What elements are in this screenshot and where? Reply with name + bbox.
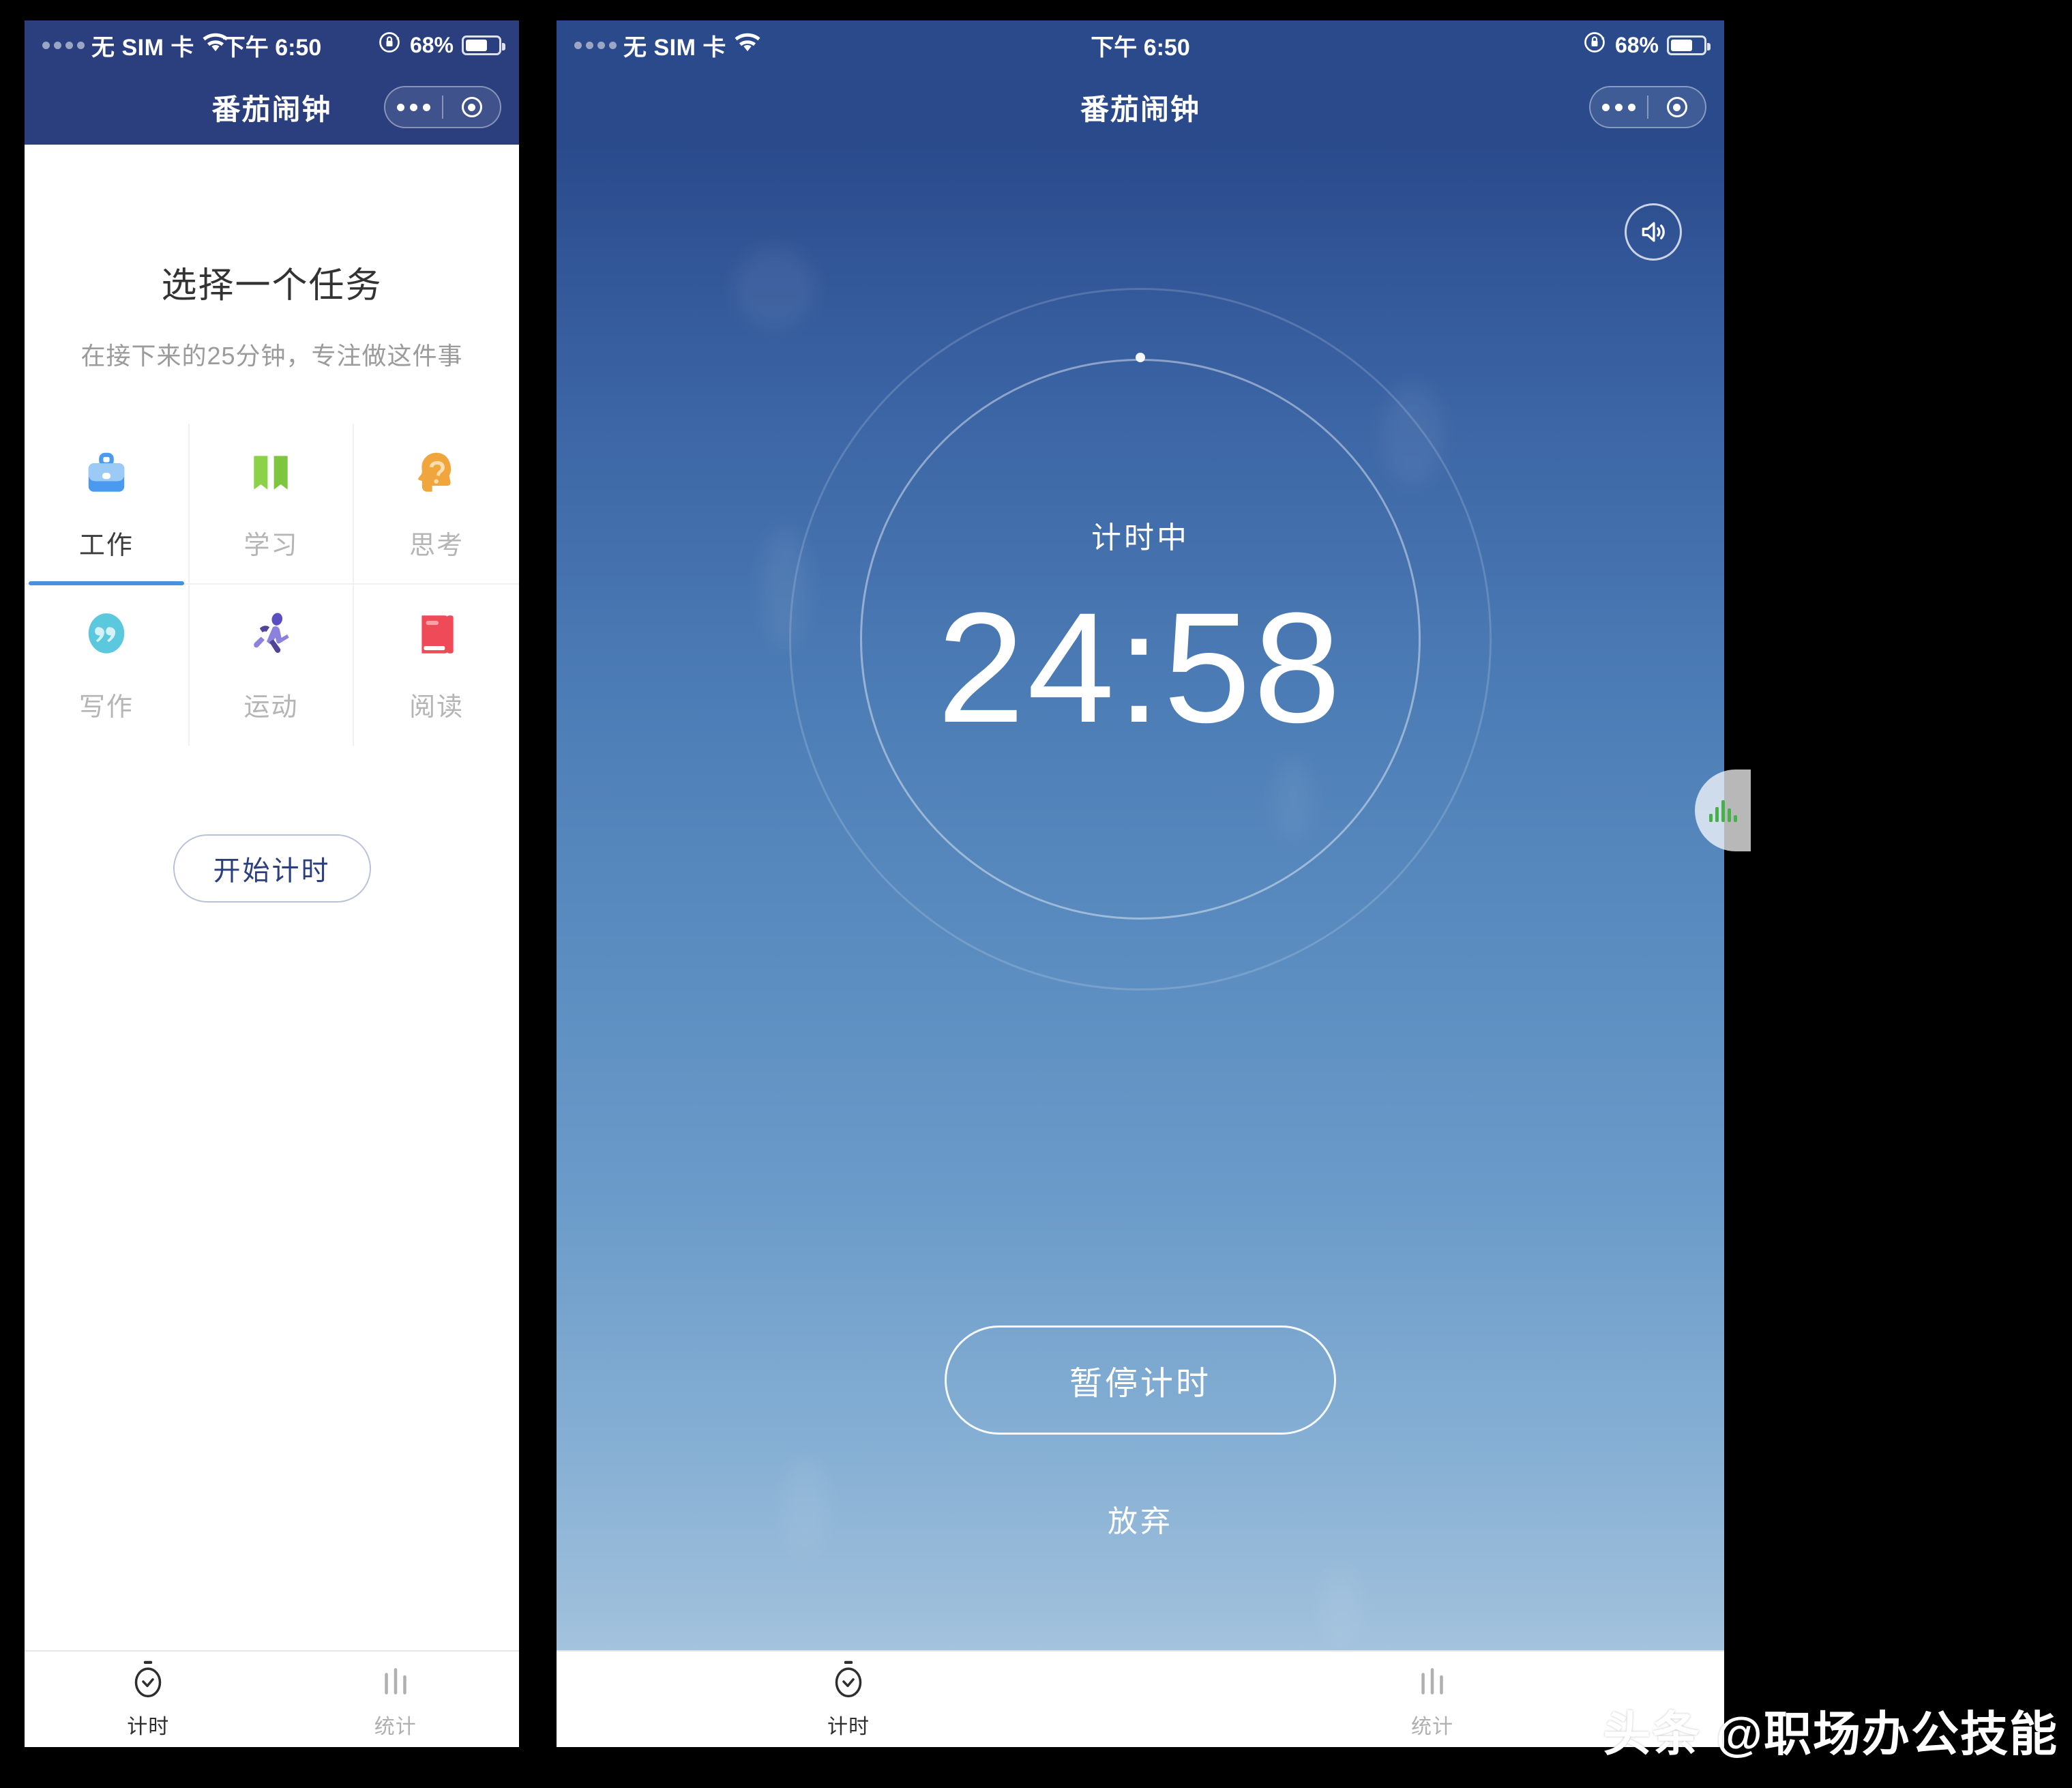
target-circle-icon[interactable]: [443, 97, 500, 117]
task-item-study[interactable]: 学习: [189, 424, 355, 585]
task-heading-block: 选择一个任务 在接下来的25分钟，专注做这件事: [25, 145, 519, 372]
nav-bar-right: 番茄闹钟: [557, 70, 1724, 145]
signal-dots-icon: [574, 41, 617, 49]
left-phone-screen: 无 SIM 卡 下午 6:50 68% 番茄闹钟 选择一个任务 在接下来的25分…: [25, 20, 519, 1747]
nav-bar-left: 番茄闹钟: [25, 70, 519, 145]
battery-icon: [1667, 35, 1711, 55]
tab-bar-right: 计时 统计: [557, 1650, 1724, 1747]
tab-timer[interactable]: 计时: [25, 1652, 272, 1747]
tab-label: 统计: [374, 1715, 417, 1738]
carrier-label: 无 SIM 卡: [91, 34, 194, 61]
task-label: 工作: [78, 531, 134, 560]
screenshot-canvas: 无 SIM 卡 下午 6:50 68% 番茄闹钟 选择一个任务 在接下来的25分…: [0, 0, 2072, 1788]
carrier-label: 无 SIM 卡: [623, 34, 726, 61]
rotation-lock-icon: [1582, 30, 1607, 61]
page-title: 番茄闹钟: [1080, 93, 1200, 126]
status-bar-right: 无 SIM 卡 下午 6:50 68%: [557, 20, 1724, 70]
pause-timer-button[interactable]: 暂停计时: [945, 1325, 1336, 1435]
task-label: 学习: [243, 531, 299, 560]
right-phone-screen: 无 SIM 卡 下午 6:50 68% 番茄闹钟 计时中 24:58 暂停计时 …: [557, 20, 1724, 1747]
battery-percent-label: 68%: [409, 32, 454, 57]
status-bar-right-group: 68%: [377, 30, 505, 61]
tab-statistics[interactable]: 统计: [272, 1652, 520, 1747]
choose-task-title: 选择一个任务: [161, 266, 383, 306]
timer-countdown-value: 24:58: [937, 580, 1344, 755]
tab-label: 统计: [1411, 1715, 1453, 1738]
task-label: 思考: [409, 531, 464, 560]
task-grid: 工作 学习 思考 写作 运动 阅读: [25, 424, 519, 746]
more-dots-icon[interactable]: [1590, 103, 1647, 111]
miniprogram-capsule-left[interactable]: [384, 86, 501, 128]
thinking-head-icon: [410, 446, 463, 499]
open-book-icon: [244, 446, 297, 499]
status-bar-left: 无 SIM 卡 下午 6:50 68%: [25, 20, 519, 70]
task-label: 运动: [243, 692, 299, 722]
closed-book-icon: [410, 608, 463, 661]
progress-ring-marker: [1136, 353, 1145, 362]
briefcase-icon: [80, 446, 133, 499]
left-screen-body: 选择一个任务 在接下来的25分钟，专注做这件事 工作 学习 思考 写作 运动 阅…: [25, 145, 519, 1747]
bar-chart-icon: [1415, 1660, 1450, 1701]
battery-percent-label: 68%: [1614, 32, 1659, 57]
right-screen-body: 计时中 24:58 暂停计时 放弃 计时 统计: [557, 145, 1724, 1747]
status-bar-left-group: 无 SIM 卡: [574, 29, 762, 62]
bar-chart-icon: [378, 1660, 413, 1701]
task-item-reading[interactable]: 阅读: [354, 585, 519, 746]
wifi-icon: [733, 31, 762, 59]
task-label: 写作: [78, 692, 134, 722]
status-bar-right-group: 68%: [1582, 30, 1711, 61]
watermark-label: 头条 @职场办公技能: [1603, 1708, 2058, 1761]
status-bar-left-group: 无 SIM 卡: [42, 29, 230, 62]
bokeh-decoration: [734, 247, 816, 329]
audio-wave-icon: [1708, 799, 1737, 822]
timer-display: 计时中 24:58: [557, 513, 1724, 746]
signal-dots-icon: [42, 41, 85, 49]
wifi-icon: [201, 31, 230, 59]
task-label: 阅读: [409, 692, 464, 722]
stopwatch-icon: [130, 1660, 166, 1701]
quote-bubble-icon: [80, 608, 133, 661]
choose-task-subtitle: 在接下来的25分钟，专注做这件事: [80, 342, 463, 370]
start-timer-button[interactable]: 开始计时: [173, 834, 371, 903]
page-title: 番茄闹钟: [211, 93, 332, 126]
target-circle-icon[interactable]: [1648, 97, 1705, 117]
giveup-button[interactable]: 放弃: [1108, 1497, 1173, 1540]
stopwatch-icon: [831, 1660, 866, 1701]
tab-bar-left: 计时 统计: [25, 1650, 519, 1747]
running-person-icon: [244, 608, 297, 661]
timer-status-label: 计时中: [1091, 521, 1189, 555]
bokeh-decoration: [1320, 1564, 1361, 1652]
miniprogram-capsule-right[interactable]: [1589, 86, 1706, 128]
tab-label: 计时: [827, 1715, 870, 1738]
battery-icon: [462, 35, 505, 55]
speaker-on-icon[interactable]: [1625, 203, 1682, 261]
tab-label: 计时: [127, 1715, 170, 1738]
task-item-think[interactable]: 思考: [354, 424, 519, 585]
task-item-exercise[interactable]: 运动: [190, 585, 355, 746]
tab-timer[interactable]: 计时: [557, 1652, 1140, 1747]
task-item-work[interactable]: 工作: [25, 424, 190, 585]
task-item-writing[interactable]: 写作: [25, 585, 190, 746]
more-dots-icon[interactable]: [385, 103, 442, 111]
start-button-wrap: 开始计时: [25, 834, 519, 903]
bokeh-decoration: [782, 1454, 829, 1557]
rotation-lock-icon: [377, 30, 402, 61]
